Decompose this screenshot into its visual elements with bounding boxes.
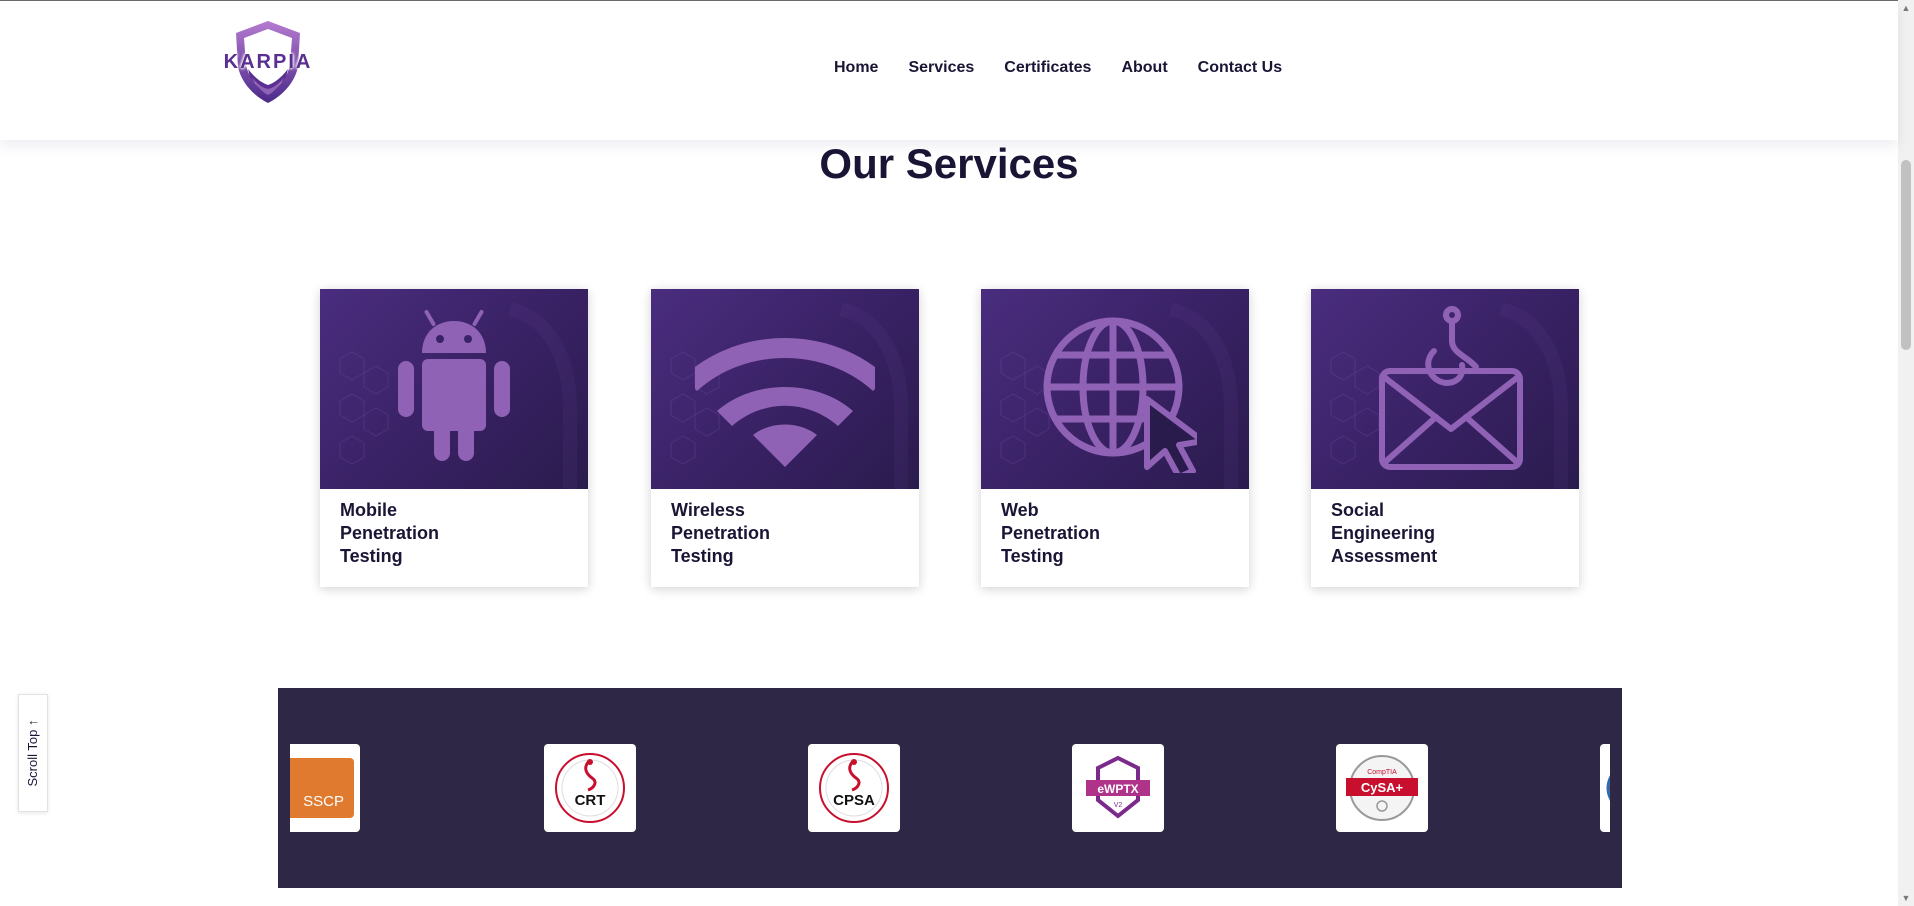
site-header: KARPIA Home Services Certificates About … <box>0 1 1898 140</box>
nav-home[interactable]: Home <box>834 59 878 77</box>
section-title: Our Services <box>819 140 1079 187</box>
cert-crt[interactable]: CRT <box>544 744 636 832</box>
service-card-label: Social Engineering Assessment <box>1331 500 1438 566</box>
phishing-envelope-icon <box>1379 306 1523 470</box>
certificates-track: SSCP CRT CPSA eWPTX V2 CompTIA CySA+ <box>290 688 1610 888</box>
cert-cysa[interactable]: CompTIA CySA+ <box>1336 744 1428 832</box>
service-card-image <box>320 289 588 489</box>
cysa-badge-label: CySA+ <box>1361 780 1404 795</box>
cert-ewptx[interactable]: eWPTX V2 <box>1072 744 1164 832</box>
service-card-social-engineering[interactable]: Social Engineering Assessment <box>1311 289 1579 587</box>
scroll-top-label: Scroll Top ↑ <box>25 719 40 787</box>
certificates-carousel: SSCP CRT CPSA eWPTX V2 CompTIA CySA+ <box>278 688 1622 888</box>
service-card-label: Wireless Penetration Testing <box>671 500 771 566</box>
globe-cursor-icon <box>1043 317 1197 473</box>
service-card-web[interactable]: Web Penetration Testing <box>981 289 1249 587</box>
service-card-image <box>651 289 919 489</box>
scroll-up-arrow-icon[interactable]: ▲ <box>1898 0 1914 16</box>
brand-wordmark: KARPIA <box>223 51 313 73</box>
scroll-top-button[interactable]: Scroll Top ↑ <box>18 694 48 812</box>
service-card-image <box>1311 289 1579 489</box>
service-card-image <box>981 289 1249 489</box>
service-card-label: Mobile Penetration Testing <box>340 500 440 566</box>
cysa-badge-vendor: CompTIA <box>1367 769 1397 776</box>
scrollbar-thumb[interactable] <box>1901 160 1911 350</box>
page-scrollbar[interactable]: ▲ ▼ <box>1898 0 1914 906</box>
main-nav: Home Services Certificates About Contact… <box>834 59 1282 77</box>
nav-certificates[interactable]: Certificates <box>1004 59 1091 77</box>
ewptx-badge-icon: eWPTX V2 <box>1086 755 1150 819</box>
nav-about[interactable]: About <box>1121 59 1167 77</box>
cert-cpsa[interactable]: CPSA <box>808 744 900 832</box>
nav-services[interactable]: Services <box>908 59 974 77</box>
comptia-cysa-badge-icon: CompTIA CySA+ <box>1346 755 1418 821</box>
crest-cpsa-badge-icon: CPSA <box>819 753 889 823</box>
nav-contact-us[interactable]: Contact Us <box>1198 59 1282 77</box>
partial-badge-icon <box>1606 775 1610 801</box>
service-card-label: Web Penetration Testing <box>1001 500 1101 566</box>
sscp-badge-label: SSCP <box>303 793 344 810</box>
crt-badge-label: CRT <box>575 792 606 809</box>
ewptx-badge-label: eWPTX <box>1097 782 1138 796</box>
sscp-badge-icon: SSCP <box>290 758 354 818</box>
service-card-wireless[interactable]: Wireless Penetration Testing <box>651 289 919 587</box>
wifi-icon <box>695 338 875 467</box>
android-icon <box>398 309 510 461</box>
crest-crt-badge-icon: CRT <box>555 753 625 823</box>
service-card-mobile[interactable]: Mobile Penetration Testing <box>320 289 588 587</box>
cert-partial[interactable] <box>1600 744 1610 832</box>
karpia-logo[interactable]: KARPIA <box>220 19 316 107</box>
cert-sscp[interactable]: SSCP <box>290 744 360 832</box>
cpsa-badge-label: CPSA <box>833 792 875 809</box>
ewptx-badge-version: V2 <box>1114 802 1123 809</box>
scroll-down-arrow-icon[interactable]: ▼ <box>1898 890 1914 906</box>
